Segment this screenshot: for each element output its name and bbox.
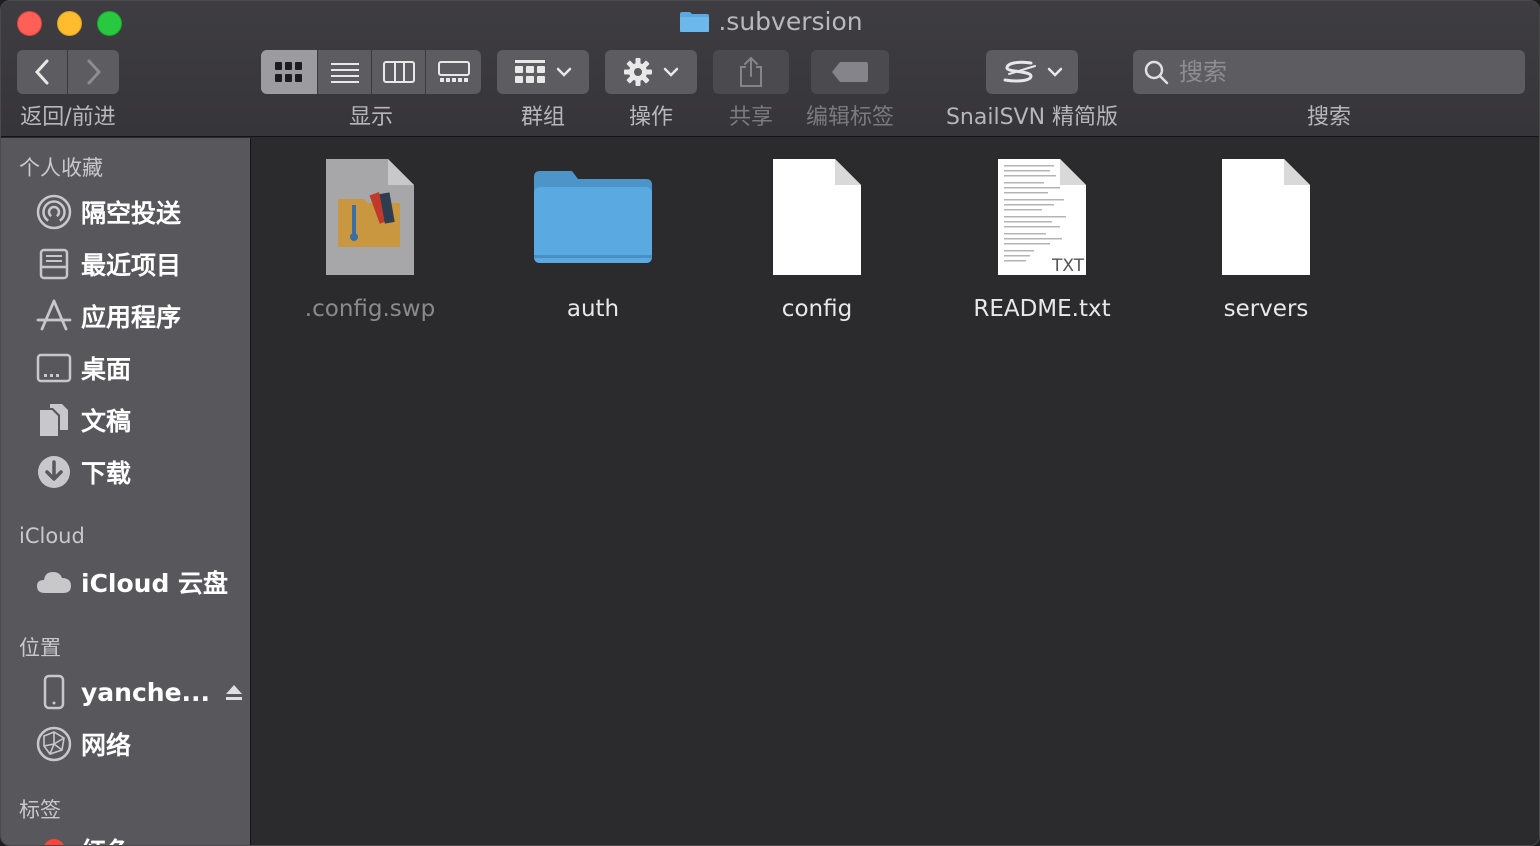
sidebar-item-label: 桌面 (81, 355, 132, 384)
share-label: 共享 (728, 105, 773, 130)
network-icon (36, 726, 72, 762)
chevron-left-icon (34, 59, 49, 85)
share-icon (740, 56, 762, 87)
search-field[interactable] (1133, 50, 1525, 94)
edit-tags-button[interactable] (811, 50, 889, 94)
sidebar-section-icloud: iCloud (19, 524, 85, 548)
file-item[interactable]: servers (1166, 152, 1366, 332)
file-item[interactable]: auth (493, 152, 693, 332)
search-icon (1144, 60, 1169, 85)
blank-file-icon (1222, 159, 1310, 275)
downloads-icon (38, 456, 70, 488)
sidebar-item-label: 下载 (81, 459, 132, 488)
file-item[interactable]: .config.swp (270, 152, 470, 332)
sidebar-item-label: yanche... (81, 677, 211, 707)
file-browser: .config.swp auth config TXT README.txt s… (252, 138, 1539, 845)
file-name: .config.swp (304, 296, 436, 322)
sidebar-item-label: 文稿 (81, 407, 132, 436)
group-grid-icon (515, 60, 545, 83)
chevron-down-icon (1047, 67, 1063, 77)
icon-view-button[interactable] (261, 50, 318, 94)
txt-badge: TXT (1052, 256, 1085, 276)
applications-icon (36, 299, 72, 331)
sidebar-section-tags: 标签 (19, 798, 61, 822)
list-icon (330, 63, 359, 83)
sidebar-item-tag-red[interactable]: 红色 (35, 828, 245, 845)
edit-tags-label: 编辑标签 (805, 105, 894, 130)
sidebar: 个人收藏 隔空投送 最近项目 应用程序 桌面 文稿 下载 iCloud iClo… (1, 138, 251, 845)
folder-icon (680, 12, 710, 32)
swp-file-icon (326, 159, 414, 275)
cloud-icon (37, 572, 71, 593)
list-view-button[interactable] (318, 50, 372, 94)
view-label: 显示 (348, 105, 393, 130)
sidebar-item-label: 隔空投送 (81, 199, 182, 228)
sidebar-item-label: 应用程序 (81, 303, 182, 332)
gallery-view-button[interactable] (426, 50, 481, 94)
sidebar-item-label: 红色 (81, 832, 131, 845)
sidebar-item-documents[interactable]: 文稿 (35, 398, 245, 442)
file-name: auth (566, 296, 620, 322)
forward-button[interactable] (68, 50, 119, 94)
chevron-right-icon (87, 59, 101, 85)
columns-icon (382, 61, 415, 83)
tag-icon (832, 62, 868, 82)
documents-icon (40, 404, 68, 436)
snailsvn-button[interactable] (986, 50, 1078, 94)
sidebar-item-iphone[interactable]: yanche... (35, 670, 245, 714)
sidebar-item-recents[interactable]: 最近项目 (35, 242, 245, 286)
desktop-icon (36, 353, 72, 383)
search-input[interactable] (1179, 58, 1499, 86)
search-label: 搜索 (1306, 105, 1351, 130)
window-title-text: .subversion (718, 7, 863, 36)
sidebar-section-favorites: 个人收藏 (19, 156, 103, 180)
finder-window: .subversion 返回/前进 显示 群组 操作 共享 编辑标签 Snail… (0, 0, 1540, 846)
back-button[interactable] (17, 50, 68, 94)
sidebar-item-applications[interactable]: 应用程序 (35, 294, 245, 338)
blank-file-icon (773, 159, 861, 275)
view-segment (261, 50, 481, 94)
sidebar-item-label: 最近项目 (81, 251, 182, 280)
sidebar-item-downloads[interactable]: 下载 (35, 450, 245, 494)
file-name: servers (1223, 296, 1309, 322)
action-button[interactable] (605, 50, 697, 94)
gear-icon (624, 58, 652, 86)
snailsvn-label: SnailSVN 精简版 (945, 105, 1119, 130)
folder-icon (534, 171, 652, 263)
window-title: .subversion (1, 7, 1539, 36)
share-button[interactable] (713, 50, 789, 94)
file-item[interactable]: TXT README.txt (942, 152, 1142, 332)
file-name: config (781, 296, 853, 322)
file-name: README.txt (973, 296, 1111, 322)
action-label: 操作 (628, 105, 673, 130)
gallery-icon (437, 61, 470, 82)
grid-icon (275, 62, 302, 82)
chevron-down-icon (663, 67, 679, 77)
snailsvn-icon (1003, 60, 1036, 83)
group-button[interactable] (497, 50, 589, 94)
sidebar-item-network[interactable]: 网络 (35, 722, 245, 766)
sidebar-section-locations: 位置 (19, 636, 61, 660)
sidebar-item-icloud-drive[interactable]: iCloud 云盘 (35, 560, 245, 604)
file-item[interactable]: config (717, 152, 917, 332)
sidebar-item-label: iCloud 云盘 (81, 569, 229, 598)
column-view-button[interactable] (372, 50, 426, 94)
sidebar-item-label: 网络 (81, 731, 132, 760)
airdrop-icon (36, 194, 72, 230)
group-label: 群组 (520, 105, 565, 130)
nav-label: 返回/前进 (20, 105, 116, 130)
sidebar-item-desktop[interactable]: 桌面 (35, 346, 245, 390)
nav-segment (17, 50, 119, 94)
toolbar: .subversion 返回/前进 显示 群组 操作 共享 编辑标签 Snail… (1, 1, 1539, 137)
chevron-down-icon (556, 67, 572, 77)
red-tag-dot-icon (43, 839, 65, 845)
sidebar-item-airdrop[interactable]: 隔空投送 (35, 190, 245, 234)
eject-icon[interactable] (224, 682, 244, 702)
iphone-icon (43, 674, 65, 710)
recents-icon (39, 248, 69, 280)
